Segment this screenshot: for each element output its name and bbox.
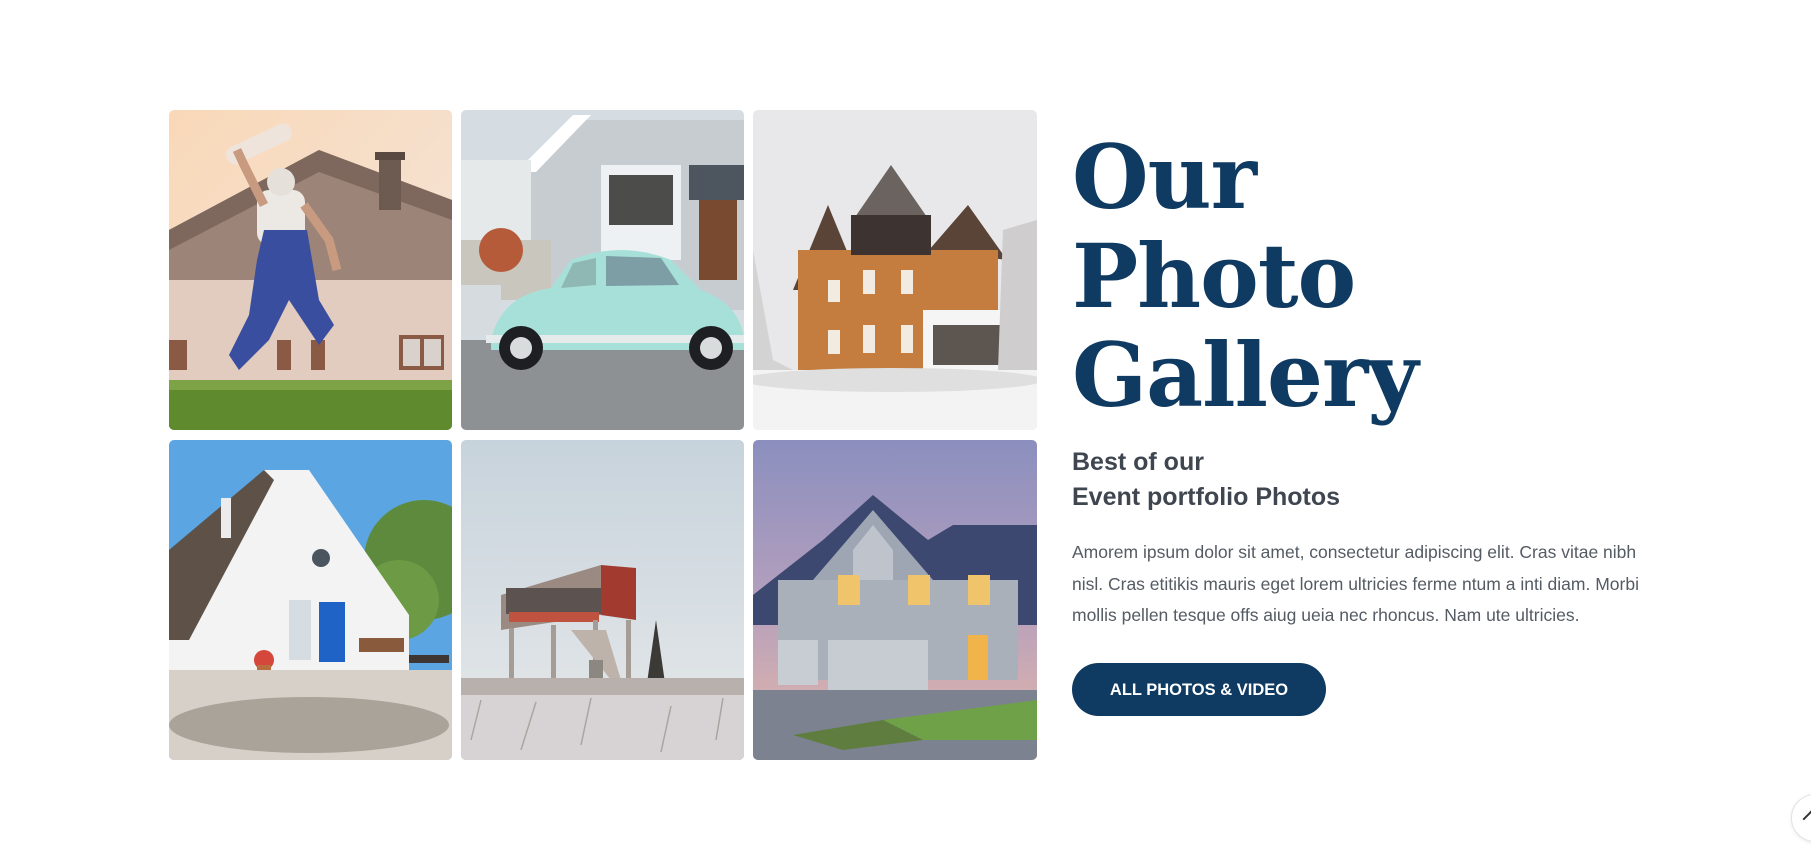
abandoned-building-frost-photo [461,440,744,760]
snowy-victorian-house-photo [753,110,1037,430]
gallery-section: Our Photo Gallery Best of our Event port… [0,0,1811,868]
title-line-1: Our [1072,125,1257,229]
page-title: Our Photo Gallery [1072,128,1642,425]
gallery-photo-3[interactable] [753,110,1037,430]
white-cottage-photo [169,440,452,760]
gallery-info: Our Photo Gallery Best of our Event port… [1072,128,1642,716]
worker-jumping-house-photo [169,110,452,430]
title-line-2: Photo [1072,224,1356,328]
gallery-photo-2[interactable] [461,110,744,430]
modern-house-dusk-photo [753,440,1037,760]
chevron-up-icon [1802,810,1811,828]
gallery-photo-1[interactable] [169,110,452,430]
gallery-photo-5[interactable] [461,440,744,760]
vintage-car-house-photo [461,110,744,430]
gallery-photo-6[interactable] [753,440,1037,760]
gallery-description: Amorem ipsum dolor sit amet, consectetur… [1072,542,1639,625]
scroll-to-top-button[interactable] [1791,794,1811,842]
subtitle-line-2: Event portfolio Photos [1072,483,1341,511]
title-line-3: Gallery [1072,323,1419,427]
gallery-photo-4[interactable] [169,440,452,760]
subtitle-line-1: Best of our [1072,448,1204,476]
photo-grid [169,110,1037,760]
all-photos-video-button[interactable]: ALL PHOTOS & VIDEO [1072,662,1326,716]
section-subtitle: Best of our Event portfolio Photos [1072,445,1642,515]
